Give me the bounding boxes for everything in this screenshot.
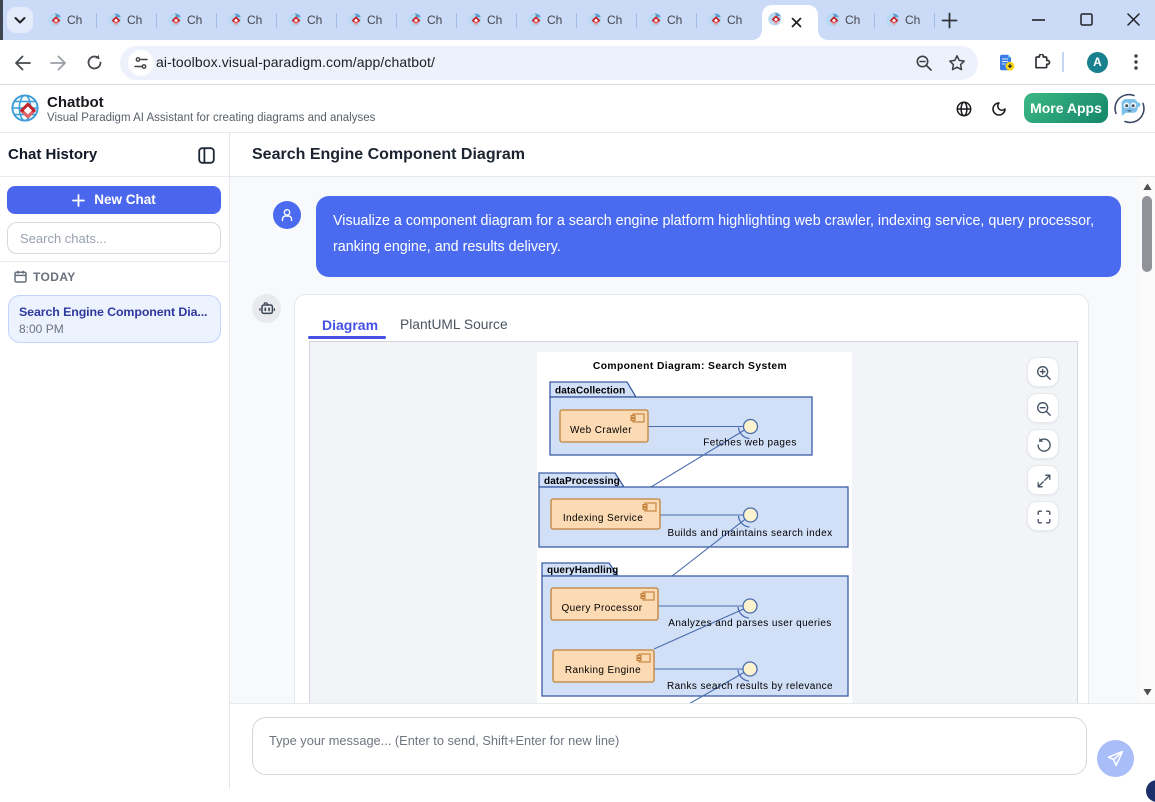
svg-text:Fetches web pages: Fetches web pages [703, 438, 797, 449]
svg-text:Web Crawler: Web Crawler [570, 425, 632, 436]
svg-text:Ranking Engine: Ranking Engine [565, 665, 641, 676]
svg-text:Query Processor: Query Processor [561, 603, 642, 614]
svg-text:Indexing Service: Indexing Service [563, 513, 643, 524]
svg-text:dataProcessing: dataProcessing [544, 476, 620, 487]
svg-text:Ranks search results by releva: Ranks search results by relevance [667, 681, 833, 692]
svg-text:dataCollection: dataCollection [555, 386, 625, 397]
svg-text:queryHandling: queryHandling [547, 565, 618, 576]
svg-text:Component Diagram: Search Syst: Component Diagram: Search System [593, 361, 787, 372]
svg-text:Analyzes and parses user queri: Analyzes and parses user queries [668, 618, 831, 629]
svg-text:Builds and maintains search in: Builds and maintains search index [668, 528, 833, 539]
